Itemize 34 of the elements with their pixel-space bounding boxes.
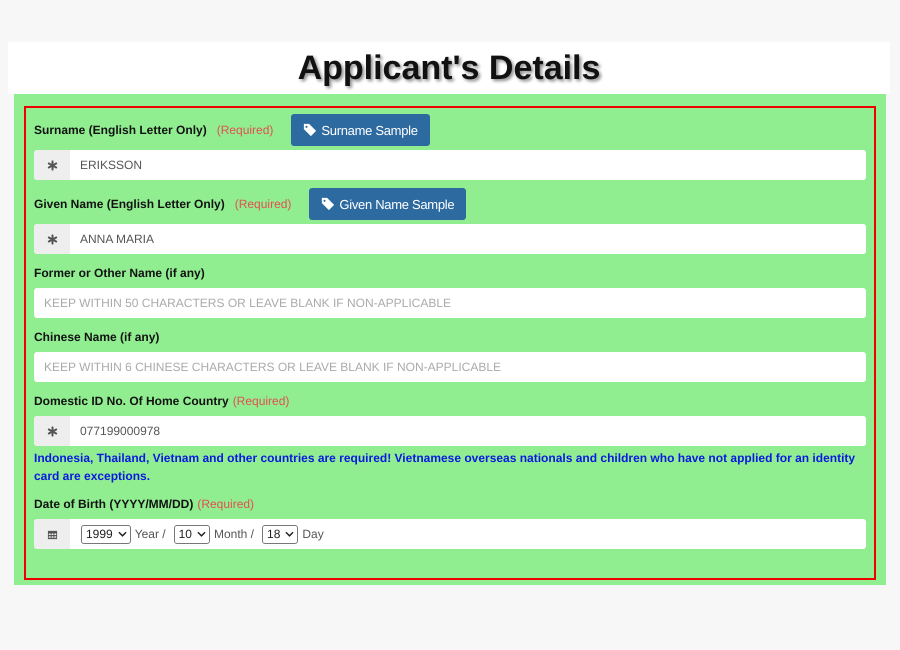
field-label: Chinese Name (if any) [34, 330, 160, 344]
asterisk-icon [46, 160, 58, 170]
date-select[interactable]: 1999 [81, 524, 131, 544]
text-field[interactable]: ERIKSSON [34, 150, 866, 180]
tag-icon [303, 123, 318, 137]
caret-icon [285, 531, 294, 537]
required-label: (Required) [197, 497, 254, 511]
field-label: Surname (English Letter Only) [34, 123, 207, 137]
required-label: (Required) [234, 197, 292, 211]
asterisk-icon [46, 234, 58, 244]
field-label: Date of Birth (YYYY/MM/DD) [34, 497, 194, 511]
text-field[interactable]: KEEP WITHIN 50 CHARACTERS OR LEAVE BLANK IF NON-APPLICABLE [34, 288, 866, 318]
page-title: Applicant's Details [298, 48, 600, 88]
caret-icon [196, 531, 206, 537]
required-label: (Required) [216, 123, 274, 137]
sample-button[interactable]: Given Name Sample [309, 188, 466, 220]
tag-icon [321, 197, 336, 211]
calendar-icon [46, 528, 58, 540]
field-label: Former or Other Name (if any) [34, 266, 205, 280]
text-field[interactable]: KEEP WITHIN 6 CHINESE CHARACTERS OR LEAVE BLANK IF NON-APPLICABLE [34, 352, 866, 382]
date-select[interactable]: 10 [174, 524, 210, 544]
field-label: Given Name (English Letter Only) [34, 197, 225, 211]
text-field[interactable]: 077199000978 [34, 416, 866, 446]
date-unit: Year / [134, 527, 166, 541]
note-text: Indonesia, Thailand, Vietnam and other countries are required! Vietnamese overseas nationals and children who have not applied for an identity card are exceptions. [34, 450, 856, 485]
field-label: Domestic ID No. Of Home Country [34, 394, 229, 408]
date-unit: Month / [214, 527, 254, 541]
asterisk-icon [46, 426, 58, 436]
date-unit: Day [302, 527, 324, 541]
sample-button[interactable]: Surname Sample [291, 114, 430, 146]
text-field[interactable]: ANNA MARIA [34, 224, 866, 254]
required-label: (Required) [232, 394, 290, 408]
date-select[interactable]: 18 [262, 524, 298, 544]
caret-icon [118, 531, 127, 537]
